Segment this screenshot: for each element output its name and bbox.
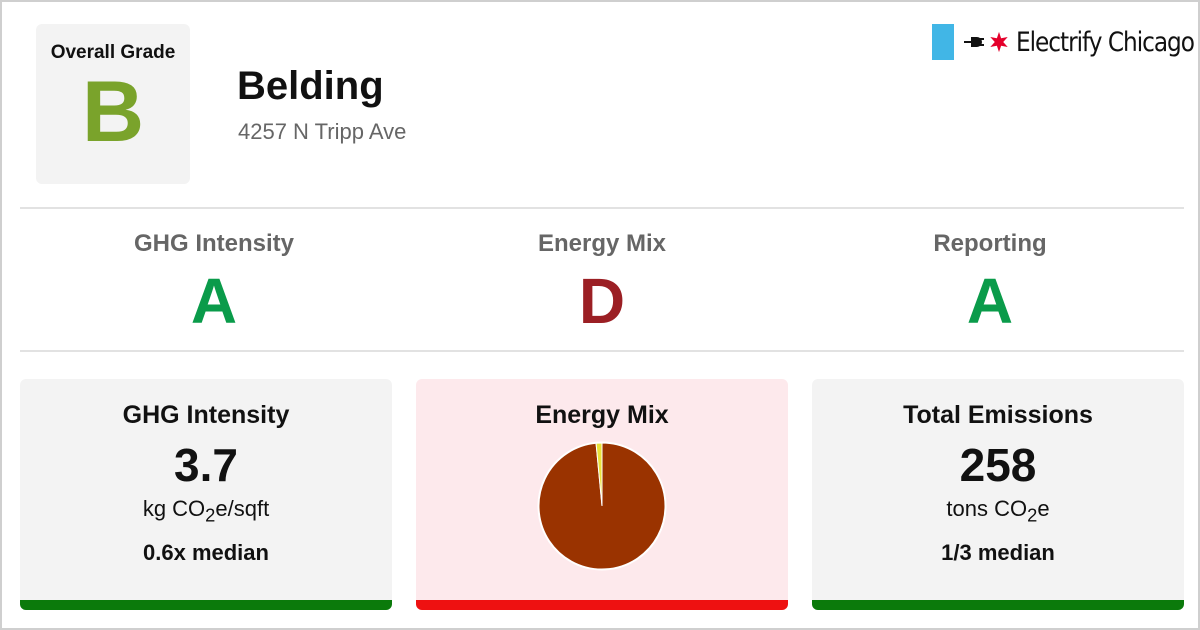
overall-grade-letter: B xyxy=(81,64,145,160)
overall-grade-box: Overall Grade B xyxy=(36,24,190,184)
divider-bottom xyxy=(20,350,1184,352)
subgrade-letter: D xyxy=(578,265,626,337)
subgrade-row: GHG Intensity A Energy Mix D Reporting A xyxy=(20,212,1184,350)
energy-mix-pie-chart[interactable] xyxy=(536,440,668,572)
total-emissions-value: 258 xyxy=(959,439,1037,491)
total-emissions-status-bar xyxy=(812,600,1184,610)
total-emissions-median: 1/3 median xyxy=(941,540,1055,566)
building-name: Belding xyxy=(237,64,384,108)
plug-icon xyxy=(964,37,984,47)
divider-top xyxy=(20,207,1184,209)
subgrade-energy-mix: Energy Mix D xyxy=(408,212,796,350)
card-title: Energy Mix xyxy=(535,401,669,429)
subgrade-label: Energy Mix xyxy=(537,230,667,257)
building-address: 4257 N Tripp Ave xyxy=(238,119,407,144)
ghg-intensity-median: 0.6x median xyxy=(143,540,269,566)
ghg-intensity-status-bar xyxy=(20,600,392,610)
energy-mix-status-bar xyxy=(416,600,788,610)
brand-name: Electrify Chicago xyxy=(1016,26,1195,58)
total-emissions-unit: tons CO2e xyxy=(946,496,1050,526)
card-title: Total Emissions xyxy=(903,401,1093,429)
building-summary-card: Overall Grade B Belding 4257 N Tripp Ave… xyxy=(0,0,1200,630)
overall-grade-label: Overall Grade xyxy=(50,42,176,63)
subgrade-label: Reporting xyxy=(933,230,1047,257)
ghg-intensity-value: 3.7 xyxy=(174,439,238,491)
energy-mix-card: Energy Mix xyxy=(416,379,788,610)
ghg-intensity-card: GHG Intensity 3.7 kg CO2e/sqft 0.6x medi… xyxy=(20,379,392,610)
star-icon xyxy=(990,31,1008,53)
brand-logo[interactable]: Electrify Chicago xyxy=(932,24,1195,60)
subgrade-label: GHG Intensity xyxy=(133,230,295,257)
subgrade-ghg-intensity: GHG Intensity A xyxy=(20,212,408,350)
flag-stripe xyxy=(932,24,954,60)
subgrade-letter: A xyxy=(966,265,1014,337)
subgrade-letter: A xyxy=(190,265,238,337)
ghg-intensity-unit: kg CO2e/sqft xyxy=(142,496,270,526)
total-emissions-card: Total Emissions 258 tons CO2e 1/3 median xyxy=(812,379,1184,610)
subgrade-reporting: Reporting A xyxy=(796,212,1184,350)
card-title: GHG Intensity xyxy=(122,401,290,429)
